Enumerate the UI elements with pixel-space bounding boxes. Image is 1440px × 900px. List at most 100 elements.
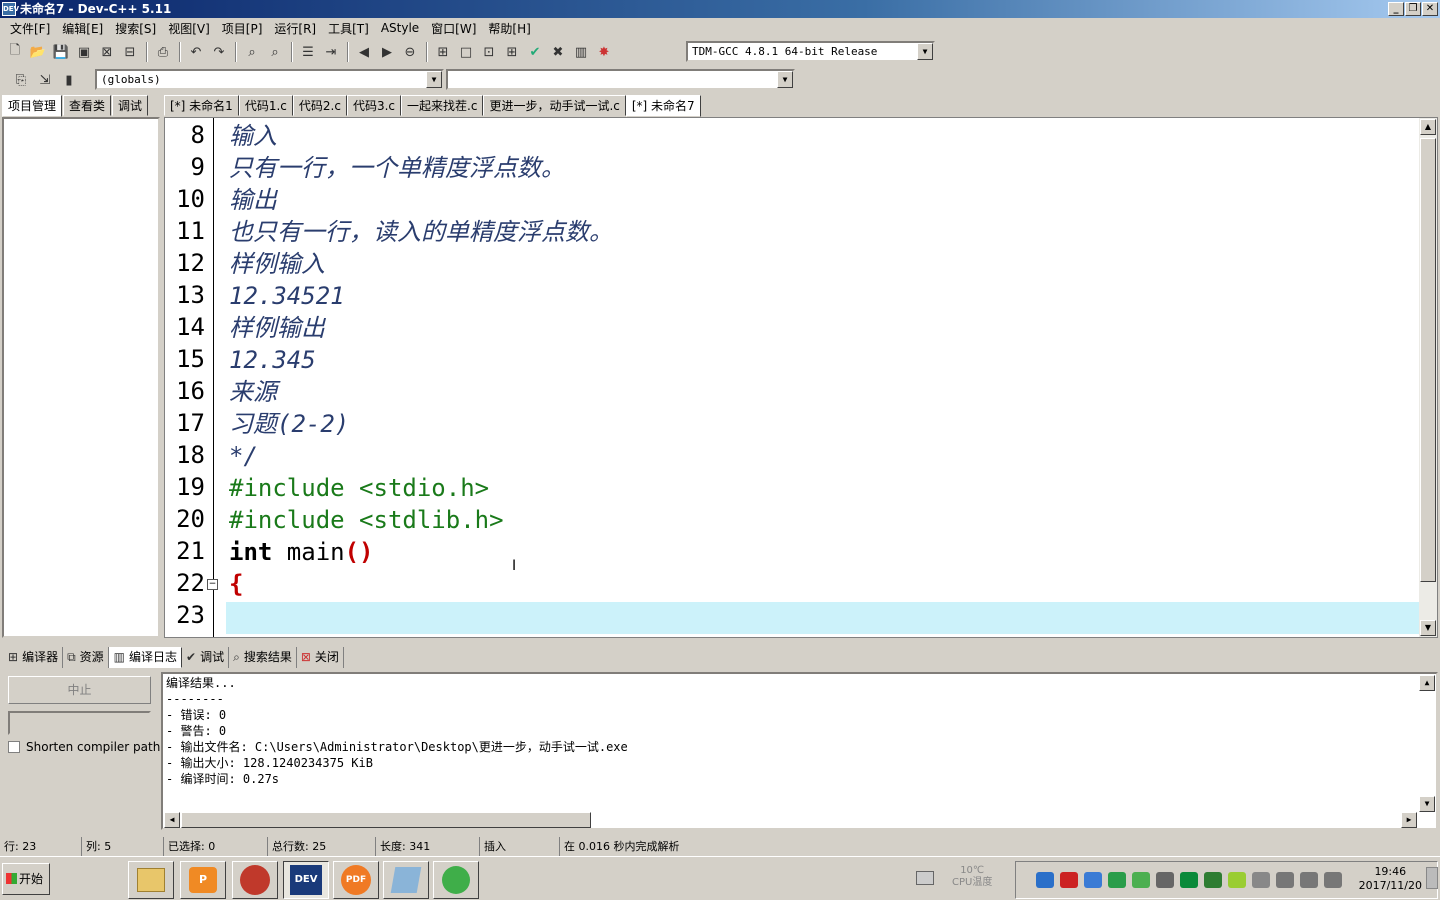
devcpp-taskbar-icon[interactable]: DEV bbox=[283, 861, 329, 899]
game-app-icon[interactable] bbox=[232, 861, 278, 899]
goto-icon[interactable]: ▮ bbox=[58, 69, 80, 91]
shorten-paths-checkbox[interactable]: Shorten compiler paths bbox=[8, 740, 167, 754]
scroll-right-icon[interactable]: ▶ bbox=[1401, 812, 1417, 828]
compiler-select[interactable]: TDM-GCC 4.8.1 64-bit Release ▼ bbox=[686, 41, 935, 62]
save-all-icon[interactable]: ▣ bbox=[73, 41, 95, 63]
keyboard-icon[interactable] bbox=[916, 871, 934, 885]
goto-line-icon[interactable]: ⇥ bbox=[320, 41, 342, 63]
scroll-thumb[interactable] bbox=[1420, 138, 1436, 582]
fold-collapse-icon[interactable]: − bbox=[207, 579, 218, 590]
compile-run-icon[interactable]: ⊡ bbox=[478, 41, 500, 63]
editor-scrollbar[interactable]: ▲ ▼ bbox=[1419, 118, 1437, 637]
tab-further-step[interactable]: 更进一步，动手试一试.c bbox=[483, 95, 626, 116]
antivirus-tray-icon[interactable] bbox=[1060, 872, 1078, 888]
tab-code3[interactable]: 代码3.c bbox=[346, 95, 402, 116]
replace-icon[interactable]: ⌕ bbox=[264, 41, 286, 63]
checkbox-box[interactable] bbox=[8, 741, 20, 753]
indent-icon[interactable]: ☰ bbox=[297, 41, 319, 63]
stop-compile-button[interactable]: 中止 bbox=[8, 676, 151, 704]
compile-icon[interactable]: ⊞ bbox=[432, 41, 454, 63]
syntax-check-icon[interactable]: ✔ bbox=[524, 41, 546, 63]
run-icon[interactable]: □ bbox=[455, 41, 477, 63]
close-window-button[interactable]: ✕ bbox=[1422, 2, 1438, 16]
file-explorer-icon[interactable] bbox=[128, 861, 174, 899]
scope-select[interactable]: (globals) ▼ bbox=[95, 69, 444, 90]
tab-search-results[interactable]: ⌕ 搜索结果 bbox=[229, 646, 297, 668]
close-file-icon[interactable]: ⊠ bbox=[96, 41, 118, 63]
browser-tray-icon[interactable] bbox=[1108, 872, 1126, 888]
profile-icon[interactable]: ▥ bbox=[570, 41, 592, 63]
delete-profile-icon[interactable]: ✸ bbox=[593, 41, 615, 63]
menu-edit[interactable]: 编辑[E] bbox=[56, 20, 109, 37]
redo-icon[interactable]: ↷ bbox=[208, 41, 230, 63]
network-icon[interactable] bbox=[1300, 872, 1318, 888]
volume-icon[interactable] bbox=[1276, 872, 1294, 888]
users-tray-icon[interactable] bbox=[1156, 872, 1174, 888]
tab-classes[interactable]: 查看类 bbox=[63, 95, 112, 116]
member-select[interactable]: ▼ bbox=[446, 69, 795, 90]
tab-untitled7[interactable]: [*] 未命名7 bbox=[625, 95, 701, 117]
back-icon[interactable]: ◀ bbox=[353, 41, 375, 63]
scroll-down-icon[interactable]: ▼ bbox=[1420, 620, 1436, 636]
browser-app-icon[interactable] bbox=[433, 861, 479, 899]
menu-project[interactable]: 项目[P] bbox=[216, 20, 269, 37]
menu-file[interactable]: 文件[F] bbox=[4, 20, 56, 37]
presentation-app-icon[interactable]: P bbox=[180, 861, 226, 899]
code-editor[interactable]: 8 9 10 11 12 13 14 15 16 17 18 19 20 21 … bbox=[164, 117, 1438, 638]
tab-untitled1[interactable]: [*] 未命名1 bbox=[164, 95, 239, 116]
tools-tray-icon[interactable] bbox=[1252, 872, 1270, 888]
open-file-icon[interactable]: 📂 bbox=[27, 41, 49, 63]
notebook-app-icon[interactable] bbox=[383, 861, 429, 899]
scroll-up-icon[interactable]: ▲ bbox=[1419, 675, 1435, 691]
project-tree-panel[interactable] bbox=[2, 117, 160, 638]
close-all-icon[interactable]: ⊟ bbox=[119, 41, 141, 63]
tab-code2[interactable]: 代码2.c bbox=[292, 95, 347, 116]
save-icon[interactable]: 💾 bbox=[50, 41, 72, 63]
pdf-app-icon[interactable]: PDF bbox=[333, 861, 379, 899]
tab-debug-output[interactable]: ✔ 调试 bbox=[182, 646, 230, 668]
display-tray-icon[interactable] bbox=[1180, 872, 1198, 888]
compile-log-output[interactable]: 编译结果... -------- - 错误: 0 - 警告: 0 - 输出文件名… bbox=[161, 672, 1438, 830]
chevron-down-icon[interactable]: ▼ bbox=[777, 71, 793, 88]
tab-code1[interactable]: 代码1.c bbox=[238, 95, 293, 116]
find-icon[interactable]: ⌕ bbox=[241, 41, 263, 63]
tab-compile-log[interactable]: ▥ 编译日志 bbox=[108, 646, 183, 668]
tab-compiler[interactable]: ⊞ 编译器 bbox=[4, 646, 64, 668]
app-tray-icon[interactable] bbox=[1084, 872, 1102, 888]
menu-run[interactable]: 运行[R] bbox=[268, 20, 322, 37]
speaker-icon[interactable] bbox=[1324, 872, 1342, 888]
bookmark-icon[interactable]: ⊖ bbox=[399, 41, 421, 63]
start-button[interactable]: 开始 bbox=[2, 863, 50, 895]
menu-search[interactable]: 搜索[S] bbox=[109, 20, 162, 37]
clock[interactable]: 19:46 2017/11/20 bbox=[1359, 865, 1422, 893]
tab-close[interactable]: ⊠ 关闭 bbox=[297, 646, 344, 668]
restore-button[interactable]: ❐ bbox=[1405, 2, 1421, 16]
tab-find-diff[interactable]: 一起来找茬.c bbox=[401, 95, 484, 116]
print-icon[interactable]: ⎙ bbox=[152, 41, 174, 63]
tab-project[interactable]: 项目管理 bbox=[2, 95, 63, 117]
rebuild-icon[interactable]: ⊞ bbox=[501, 41, 523, 63]
menu-tools[interactable]: 工具[T] bbox=[322, 20, 375, 37]
scroll-up-icon[interactable]: ▲ bbox=[1420, 119, 1436, 135]
menu-window[interactable]: 窗口[W] bbox=[425, 20, 482, 37]
chevron-down-icon[interactable]: ▼ bbox=[426, 71, 442, 88]
tab-resources[interactable]: ⧉ 资源 bbox=[63, 646, 109, 668]
scroll-down-icon[interactable]: ▼ bbox=[1419, 796, 1435, 812]
chevron-down-icon[interactable]: ▼ bbox=[917, 43, 933, 60]
show-desktop-button[interactable] bbox=[1426, 867, 1438, 889]
menu-view[interactable]: 视图[V] bbox=[162, 20, 216, 37]
network-tray-icon[interactable] bbox=[1204, 872, 1222, 888]
tab-debug[interactable]: 调试 bbox=[112, 95, 149, 116]
minimize-button[interactable]: _ bbox=[1388, 2, 1404, 16]
insert-icon[interactable]: ⎘ bbox=[10, 69, 32, 91]
undo-icon[interactable]: ↶ bbox=[185, 41, 207, 63]
new-file-icon[interactable]: 🗋 bbox=[4, 41, 26, 63]
menu-astyle[interactable]: AStyle bbox=[375, 21, 425, 35]
scroll-left-icon[interactable]: ◀ bbox=[164, 812, 180, 828]
menu-help[interactable]: 帮助[H] bbox=[482, 20, 536, 37]
horizontal-scroll-thumb[interactable] bbox=[181, 812, 591, 828]
shield-tray-icon[interactable] bbox=[1132, 872, 1150, 888]
stop-icon[interactable]: ✖ bbox=[547, 41, 569, 63]
cube-tray-icon[interactable] bbox=[1036, 872, 1054, 888]
forward-icon[interactable]: ▶ bbox=[376, 41, 398, 63]
